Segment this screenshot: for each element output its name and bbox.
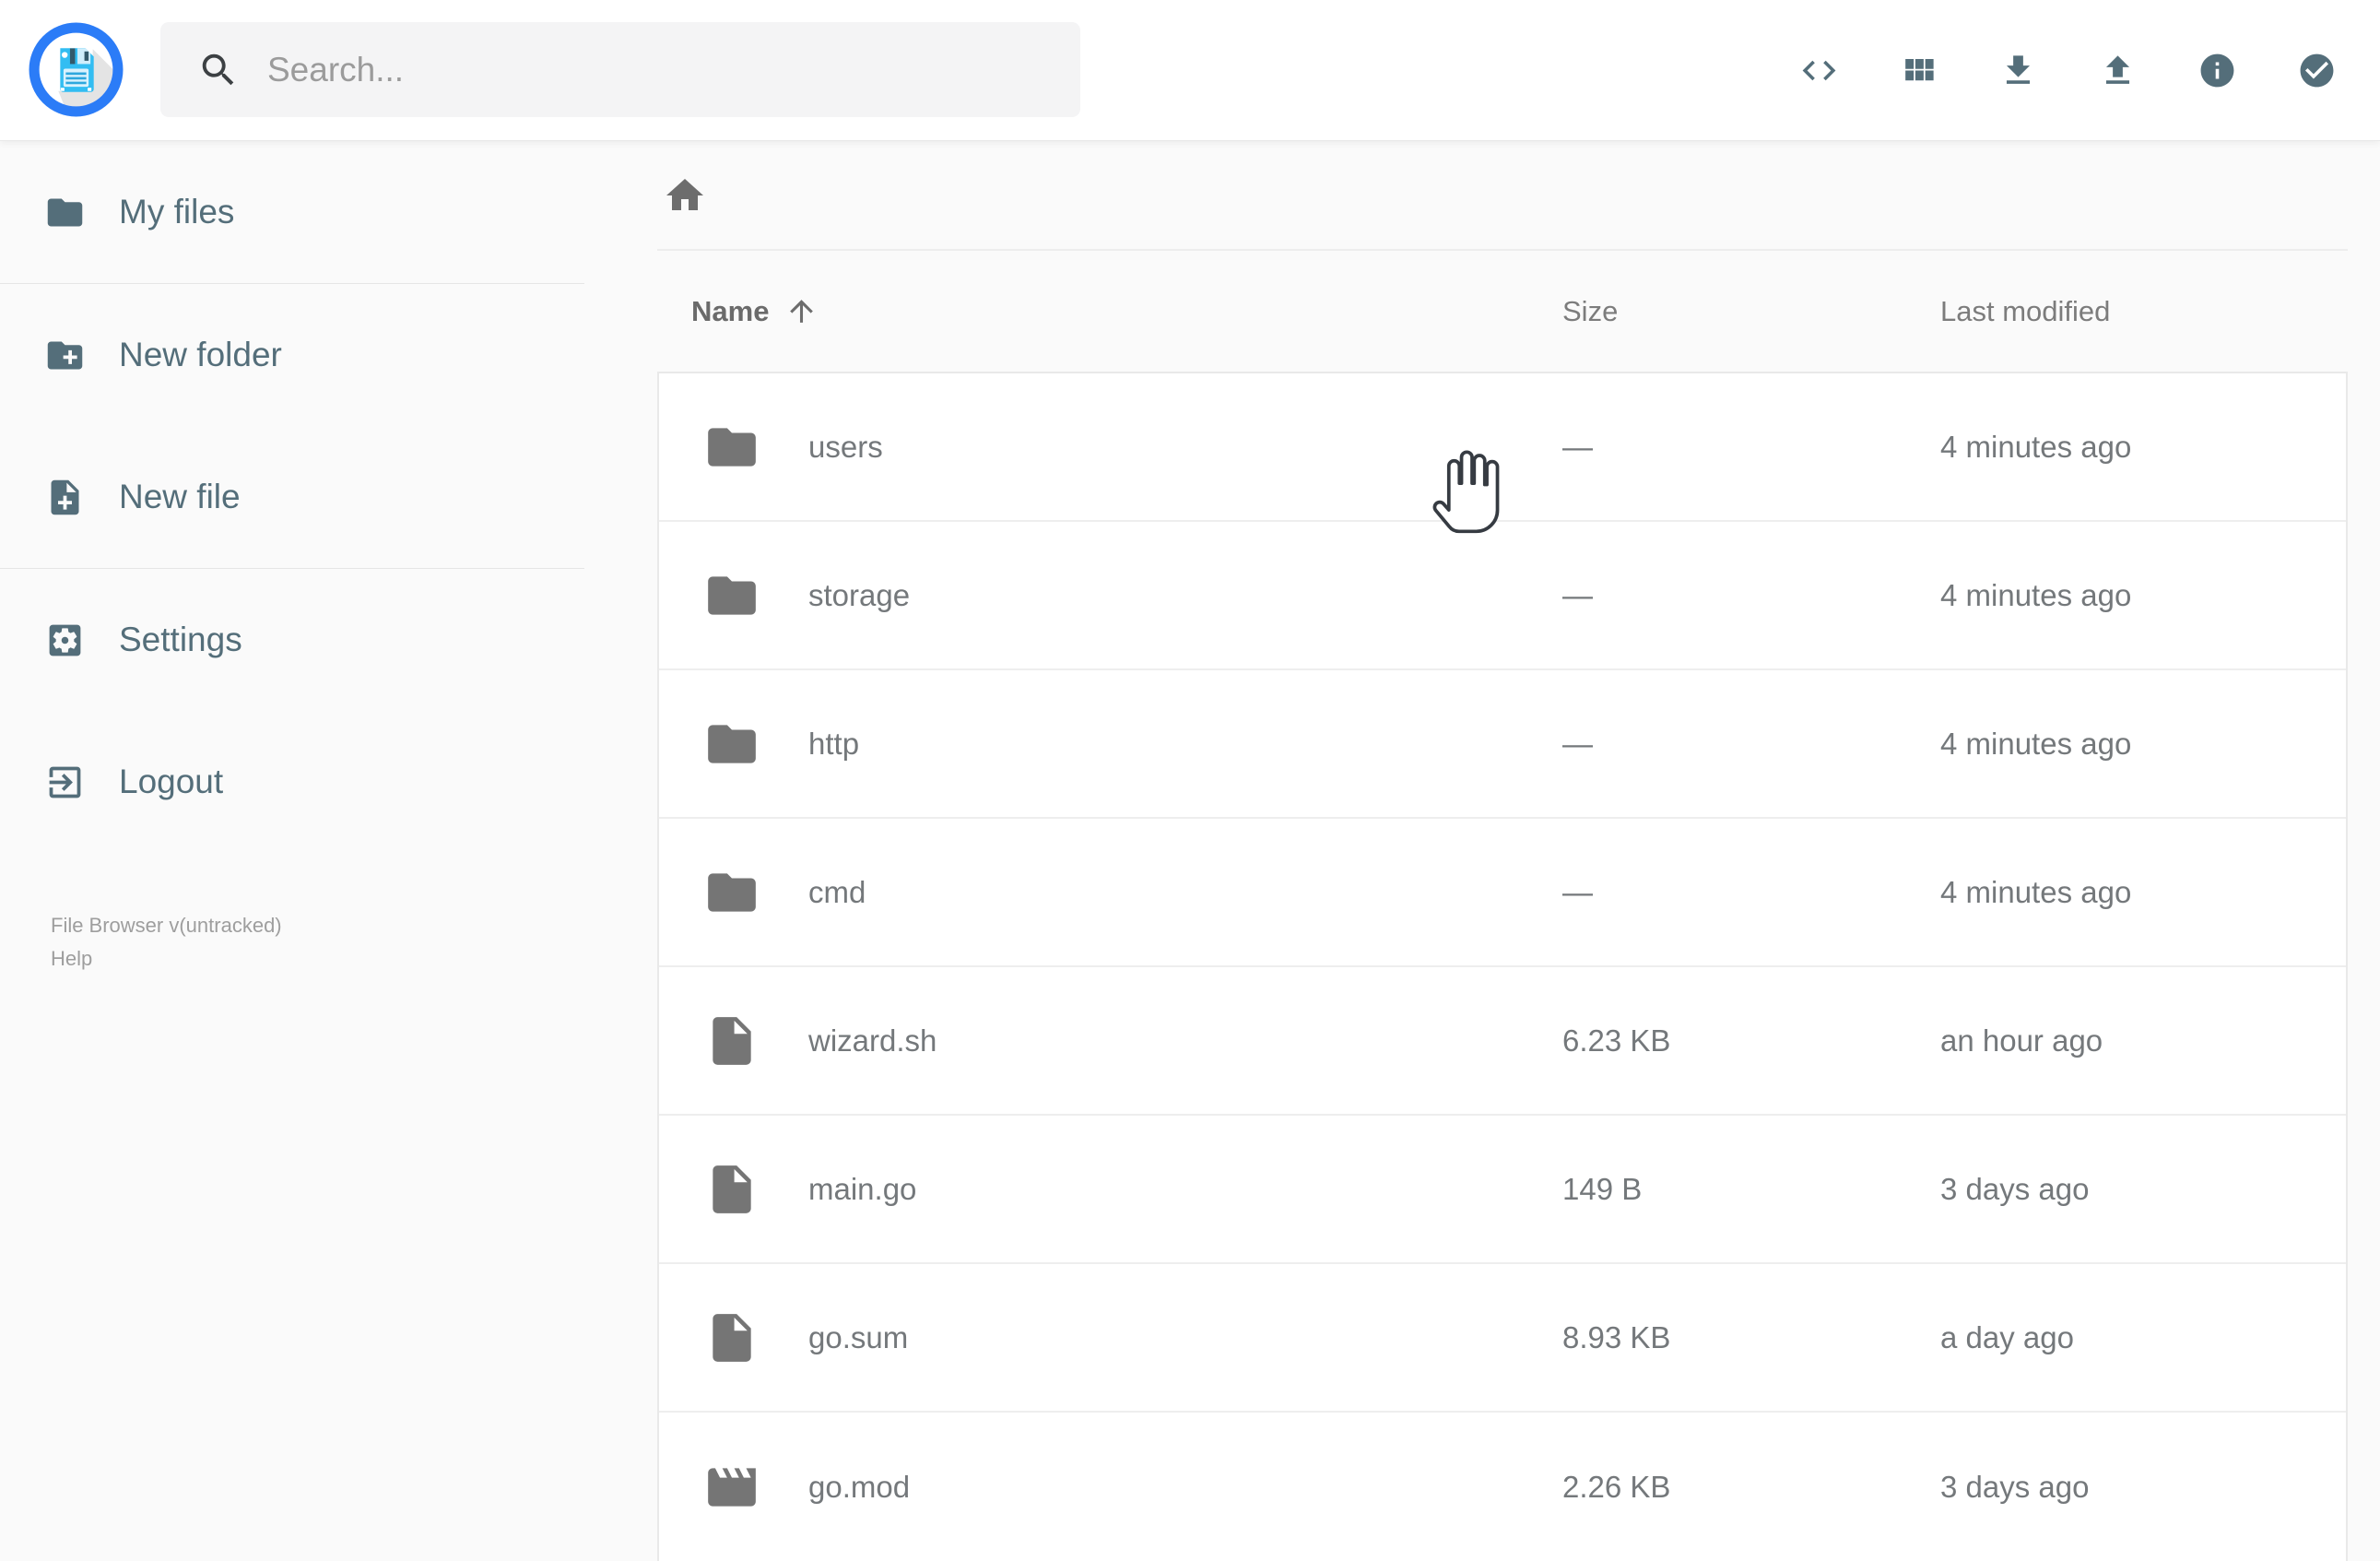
- home-icon: [663, 173, 707, 218]
- download-button[interactable]: [1998, 51, 2038, 90]
- folder-icon: [703, 419, 760, 476]
- file-name: cmd: [808, 874, 866, 909]
- table-row-users[interactable]: users — 4 minutes ago: [659, 373, 2346, 522]
- arrow-up-icon: [784, 294, 819, 328]
- file-modified: 3 days ago: [1940, 1171, 2090, 1206]
- search-icon: [197, 49, 240, 91]
- header-actions: [1799, 0, 2337, 141]
- table-row-main-go[interactable]: main.go 149 B 3 days ago: [659, 1116, 2346, 1264]
- file-size: 6.23 KB: [1562, 1023, 1671, 1058]
- sidebar-footer: File Browser v(untracked) Help: [51, 909, 282, 976]
- file-listing: users — 4 minutes ago storage — 4 minute…: [657, 372, 2348, 1561]
- file-modified: 4 minutes ago: [1940, 429, 2132, 464]
- new-folder-icon: [44, 335, 86, 376]
- table-row-cmd[interactable]: cmd — 4 minutes ago: [659, 819, 2346, 967]
- switch-view-button[interactable]: [1899, 51, 1938, 90]
- sidebar-item-new-file[interactable]: New file: [0, 426, 584, 568]
- sidebar-item-my-files[interactable]: My files: [0, 141, 584, 283]
- name-cell: cmd: [659, 864, 1562, 921]
- code-icon: [1799, 51, 1839, 90]
- settings-icon: [44, 620, 86, 661]
- name-cell: storage: [659, 567, 1562, 624]
- table-row-wizard-sh[interactable]: wizard.sh 6.23 KB an hour ago: [659, 967, 2346, 1116]
- file-icon: [703, 1012, 760, 1070]
- file-modified: 3 days ago: [1940, 1469, 2090, 1504]
- sort-by-modified-header[interactable]: Last modified: [1940, 295, 2348, 328]
- name-cell: go.mod: [659, 1459, 1562, 1516]
- file-size: —: [1562, 726, 1593, 761]
- name-cell: http: [659, 715, 1562, 773]
- file-name: go.sum: [808, 1319, 909, 1354]
- sidebar: My files New folder New file Settings Lo…: [0, 141, 584, 1531]
- file-icon: [703, 1309, 760, 1366]
- file-size: 8.93 KB: [1562, 1319, 1671, 1354]
- sidebar-item-label: New file: [119, 478, 241, 515]
- sidebar-item-settings[interactable]: Settings: [0, 569, 584, 711]
- sidebar-item-label: Logout: [119, 763, 224, 800]
- download-icon: [1998, 51, 2038, 90]
- search-input[interactable]: [267, 50, 1080, 89]
- file-name: http: [808, 726, 860, 761]
- app-bar: [0, 0, 2380, 141]
- folder-icon: [703, 864, 760, 921]
- file-size: —: [1562, 429, 1593, 464]
- file-size: 149 B: [1562, 1171, 1643, 1206]
- file-modified: 4 minutes ago: [1940, 577, 2132, 612]
- file-browser-logo[interactable]: [29, 22, 124, 117]
- check-circle-icon: [2297, 51, 2337, 90]
- file-size: —: [1562, 577, 1593, 612]
- help-link[interactable]: Help: [51, 942, 282, 976]
- file-modified: a day ago: [1940, 1319, 2074, 1354]
- file-name: wizard.sh: [808, 1023, 937, 1058]
- sidebar-item-new-folder[interactable]: New folder: [0, 284, 584, 426]
- folder-icon: [44, 192, 86, 233]
- file-icon: [703, 1161, 760, 1218]
- raw-view-button[interactable]: [1799, 51, 1839, 90]
- sidebar-item-logout[interactable]: Logout: [0, 711, 584, 853]
- file-modified: 4 minutes ago: [1940, 726, 2132, 761]
- table-row-go-mod[interactable]: go.mod 2.26 KB 3 days ago: [659, 1413, 2346, 1561]
- table-row-storage[interactable]: storage — 4 minutes ago: [659, 522, 2346, 670]
- file-name: main.go: [808, 1171, 917, 1206]
- sort-by-size-header[interactable]: Size: [1562, 295, 1940, 328]
- listing-column-headers: Name Size Last modified: [657, 251, 2348, 372]
- name-cell: main.go: [659, 1161, 1562, 1218]
- file-modified: 4 minutes ago: [1940, 874, 2132, 909]
- file-modified: an hour ago: [1940, 1023, 2103, 1058]
- sort-by-name-header[interactable]: Name: [657, 294, 1562, 328]
- file-size: —: [1562, 874, 1593, 909]
- file-listing-area: Name Size Last modified users — 4 minute…: [657, 141, 2348, 1561]
- version-text: File Browser v(untracked): [51, 914, 282, 937]
- file-name: storage: [808, 577, 911, 612]
- file-name: users: [808, 429, 883, 464]
- grid-view-icon: [1899, 51, 1938, 90]
- breadcrumb: [657, 141, 2348, 251]
- folder-icon: [703, 715, 760, 773]
- folder-icon: [703, 567, 760, 624]
- table-row-go-sum[interactable]: go.sum 8.93 KB a day ago: [659, 1264, 2346, 1413]
- sidebar-item-label: My files: [119, 193, 235, 231]
- name-cell: users: [659, 419, 1562, 476]
- file-name: go.mod: [808, 1469, 911, 1504]
- sidebar-item-label: New folder: [119, 336, 282, 373]
- select-multiple-button[interactable]: [2297, 51, 2337, 90]
- info-icon: [2197, 51, 2237, 90]
- name-cell: go.sum: [659, 1309, 1562, 1366]
- info-button[interactable]: [2197, 51, 2237, 90]
- upload-button[interactable]: [2098, 51, 2138, 90]
- file-size: 2.26 KB: [1562, 1469, 1671, 1504]
- floppy-disk-logo-icon: [29, 22, 124, 117]
- breadcrumb-home-button[interactable]: [663, 173, 707, 218]
- new-file-icon: [44, 477, 86, 518]
- upload-icon: [2098, 51, 2138, 90]
- logout-icon: [44, 762, 86, 803]
- movie-icon: [703, 1459, 760, 1516]
- table-row-http[interactable]: http — 4 minutes ago: [659, 670, 2346, 819]
- column-header-name: Name: [691, 294, 770, 327]
- search-box: [160, 22, 1080, 117]
- sidebar-item-label: Settings: [119, 621, 242, 658]
- name-cell: wizard.sh: [659, 1012, 1562, 1070]
